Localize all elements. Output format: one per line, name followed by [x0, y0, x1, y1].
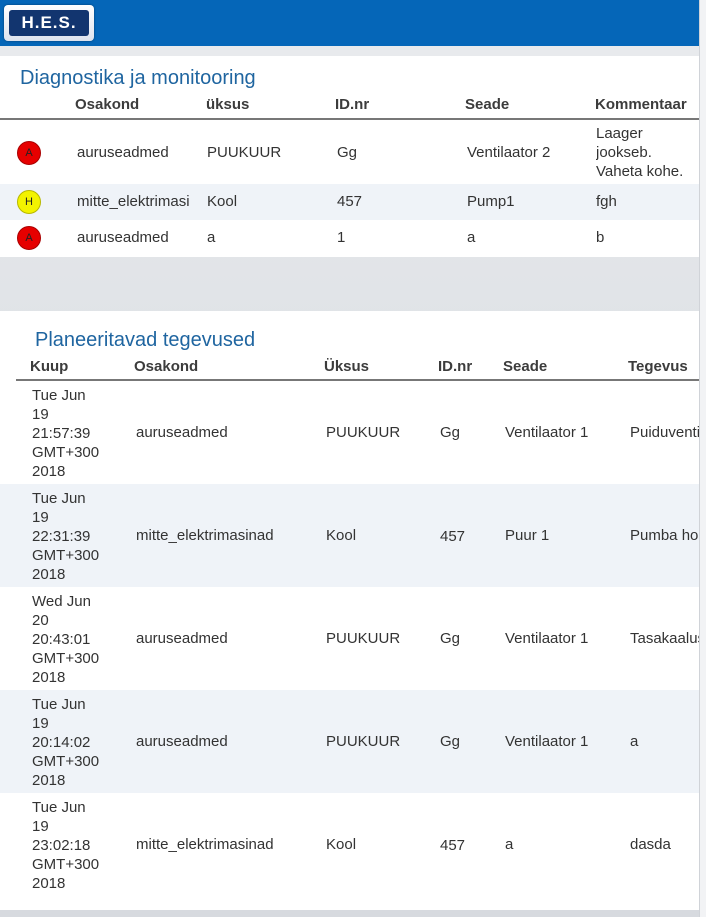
status-badge-alarm: A	[17, 141, 41, 165]
cell-osakond: mitte_elektrimasinad	[136, 527, 274, 544]
cell-uksus: PUUKUUR	[326, 424, 401, 441]
hes-logo[interactable]: H.E.S.	[4, 5, 94, 41]
diagnostics-panel: Diagnostika ja monitooring Osakond üksus…	[0, 56, 699, 257]
col-kommentaar[interactable]: Kommentaar	[595, 96, 687, 113]
cell-seade: Ventilaator 2	[467, 144, 551, 161]
cell-tegevus: Pumba hooldus	[630, 527, 699, 544]
table-row[interactable]: A auruseadmed PUUKUUR Gg Ventilaator 2 L…	[0, 120, 699, 184]
cell-idnr: 457	[440, 837, 466, 854]
planned-activities-panel: Planeeritavad tegevused Kuup Osakond Üks…	[0, 311, 699, 910]
col-idnr[interactable]: ID.nr	[438, 358, 472, 375]
page-bottom-edge	[0, 910, 699, 917]
col-osakond[interactable]: Osakond	[75, 96, 139, 113]
cell-kuup: Tue Jun 19 22:31:39 GMT+300 2018	[32, 490, 100, 583]
cell-osakond: mitte_elektrimasinad	[77, 193, 189, 210]
cell-tegevus: Tasakaalustamine	[630, 630, 699, 647]
cell-kuup: Tue Jun 19 21:57:39 GMT+300 2018	[32, 387, 100, 480]
cell-osakond: auruseadmed	[77, 229, 169, 246]
table-row[interactable]: Tue Jun 19 21:57:39 GMT+300 2018 auruseadmed…	[0, 381, 699, 484]
col-uksus[interactable]: üksus	[206, 96, 249, 113]
page-right-edge	[699, 0, 706, 917]
cell-tegevus: dasda	[630, 836, 671, 853]
cell-uksus: Kool	[326, 836, 357, 853]
cell-seade: Pump1	[467, 193, 515, 210]
cell-kuup: Tue Jun 19 20:14:02 GMT+300 2018	[32, 696, 100, 789]
cell-idnr: Gg	[440, 630, 461, 647]
cell-tegevus: a	[630, 733, 639, 750]
col-seade[interactable]: Seade	[465, 96, 509, 113]
logo-text: H.E.S.	[9, 10, 89, 36]
cell-osakond: auruseadmed	[136, 424, 228, 441]
cell-osakond: auruseadmed	[136, 733, 228, 750]
cell-idnr: 457	[440, 528, 466, 545]
cell-seade: Puur 1	[505, 527, 550, 544]
col-osakond[interactable]: Osakond	[134, 358, 198, 375]
cell-seade: Ventilaator 1	[505, 630, 589, 647]
cell-uksus: Kool	[207, 193, 238, 210]
cell-idnr: Gg	[440, 733, 461, 750]
top-header-bar: H.E.S.	[0, 0, 699, 46]
cell-kommentaar: b	[596, 229, 605, 246]
cell-seade: a	[467, 229, 476, 246]
cell-osakond: auruseadmed	[136, 630, 228, 647]
cell-uksus: PUUKUUR	[326, 733, 401, 750]
cell-kommentaar: Laager jookseb. Vaheta kohe.	[596, 125, 684, 180]
cell-idnr: Gg	[337, 144, 358, 161]
table-row[interactable]: Tue Jun 19 20:14:02 GMT+300 2018 auruseadmed…	[0, 690, 699, 793]
cell-seade: Ventilaator 1	[505, 733, 589, 750]
cell-uksus: PUUKUUR	[207, 144, 282, 161]
diagnostics-title: Diagnostika ja monitooring	[20, 67, 256, 89]
table-row[interactable]: Tue Jun 19 23:02:18 GMT+300 2018 mitte_elekt…	[0, 793, 699, 896]
cell-seade: Ventilaator 1	[505, 424, 589, 441]
planned-title: Planeeritavad tegevused	[35, 329, 256, 351]
cell-osakond: auruseadmed	[77, 144, 169, 161]
cell-idnr: 457	[337, 193, 363, 210]
cell-kuup: Wed Jun 20 20:43:01 GMT+300 2018	[32, 593, 100, 686]
table-row[interactable]: H mitte_elektrimasinad Kool 457 Pump1 fg…	[0, 184, 699, 220]
col-kuup[interactable]: Kuup	[30, 358, 68, 375]
table-row[interactable]: Tue Jun 19 22:31:39 GMT+300 2018 mitte_elekt…	[0, 484, 699, 587]
cell-osakond: mitte_elektrimasinad	[136, 836, 274, 853]
status-badge-alarm: A	[17, 226, 41, 250]
cell-idnr: Gg	[440, 424, 461, 441]
col-seade[interactable]: Seade	[503, 358, 547, 375]
cell-uksus: a	[207, 229, 216, 246]
col-idnr[interactable]: ID.nr	[335, 96, 369, 113]
table-row[interactable]: Wed Jun 20 20:43:01 GMT+300 2018 auruseadmed…	[0, 587, 699, 690]
cell-uksus: PUUKUUR	[326, 630, 401, 647]
cell-idnr: 1	[337, 229, 346, 246]
cell-seade: a	[505, 836, 514, 853]
cell-kuup: Tue Jun 19 23:02:18 GMT+300 2018	[32, 799, 100, 892]
table-row[interactable]: A auruseadmed a 1 a b	[0, 220, 699, 256]
cell-kommentaar: fgh	[596, 193, 617, 210]
cell-tegevus: Puiduventilaator	[630, 424, 699, 441]
col-tegevus[interactable]: Tegevus	[628, 358, 688, 375]
cell-uksus: Kool	[326, 527, 357, 544]
status-badge-warning: H	[17, 190, 41, 214]
col-uksus[interactable]: Üksus	[324, 358, 369, 375]
